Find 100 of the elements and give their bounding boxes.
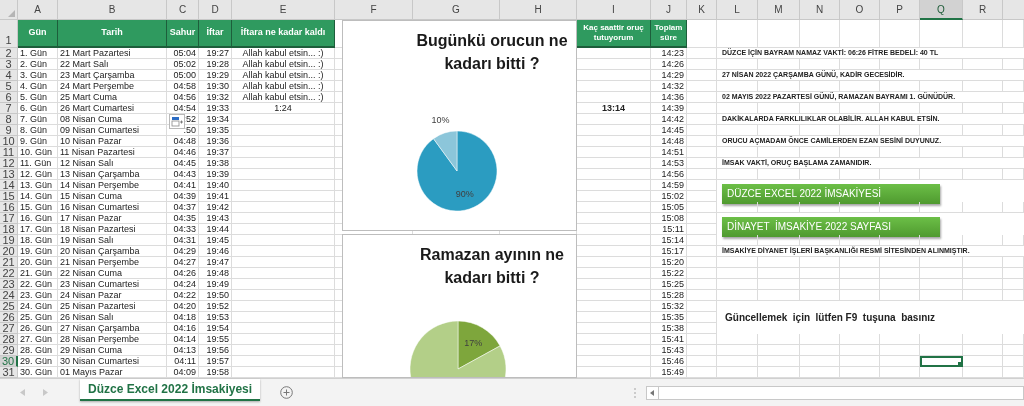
empty-cell[interactable] — [687, 180, 717, 191]
empty-cell[interactable] — [687, 268, 717, 279]
empty-cell[interactable] — [880, 345, 920, 356]
empty-cell[interactable] — [880, 202, 920, 213]
empty-cell[interactable] — [800, 279, 840, 290]
empty-cell[interactable] — [800, 103, 840, 114]
empty-cell[interactable] — [963, 334, 1003, 345]
column-header[interactable]: P — [880, 0, 920, 20]
empty-cell[interactable] — [800, 81, 840, 92]
previous-sheet-icon[interactable] — [20, 389, 25, 396]
empty-cell[interactable] — [920, 147, 963, 158]
empty-cell[interactable] — [717, 103, 758, 114]
empty-cell[interactable] — [758, 268, 800, 279]
empty-cell[interactable] — [232, 334, 335, 345]
empty-cell[interactable] — [1003, 345, 1024, 356]
empty-cell[interactable] — [840, 334, 880, 345]
empty-cell[interactable] — [920, 202, 963, 213]
empty-cell[interactable] — [840, 59, 880, 70]
row-header[interactable]: 3 — [0, 59, 18, 70]
empty-cell[interactable] — [920, 268, 963, 279]
empty-cell[interactable] — [232, 356, 335, 367]
empty-cell[interactable] — [717, 125, 758, 136]
paste-options-icon[interactable] — [169, 114, 185, 129]
empty-cell[interactable] — [880, 268, 920, 279]
empty-cell[interactable] — [687, 345, 717, 356]
empty-cell[interactable] — [1003, 356, 1024, 367]
next-sheet-icon[interactable] — [43, 389, 48, 396]
empty-cell[interactable] — [687, 246, 717, 257]
empty-cell[interactable] — [840, 103, 880, 114]
empty-cell[interactable] — [920, 81, 963, 92]
empty-cell[interactable] — [880, 290, 920, 301]
column-header[interactable]: G — [413, 0, 500, 20]
empty-cell[interactable] — [840, 147, 880, 158]
empty-cell[interactable] — [800, 20, 840, 48]
empty-cell[interactable] — [800, 345, 840, 356]
empty-cell[interactable] — [758, 59, 800, 70]
empty-cell[interactable] — [717, 279, 758, 290]
empty-cell[interactable] — [717, 334, 758, 345]
empty-cell[interactable] — [687, 290, 717, 301]
empty-cell[interactable] — [717, 290, 758, 301]
empty-cell[interactable] — [963, 279, 1003, 290]
empty-cell[interactable] — [800, 290, 840, 301]
empty-cell[interactable] — [963, 345, 1003, 356]
empty-cell[interactable] — [880, 103, 920, 114]
select-all-icon[interactable] — [8, 10, 15, 17]
empty-cell[interactable] — [758, 279, 800, 290]
empty-cell[interactable] — [717, 169, 758, 180]
empty-cell[interactable] — [880, 257, 920, 268]
row-header[interactable]: 4 — [0, 70, 18, 81]
column-header[interactable]: H — [500, 0, 577, 20]
empty-cell[interactable] — [800, 334, 840, 345]
empty-cell[interactable] — [232, 279, 335, 290]
column-header[interactable]: J — [651, 0, 687, 20]
empty-cell[interactable] — [880, 20, 920, 48]
empty-cell[interactable] — [840, 257, 880, 268]
empty-cell[interactable] — [232, 257, 335, 268]
column-header[interactable]: E — [232, 0, 335, 20]
empty-cell[interactable] — [920, 59, 963, 70]
empty-cell[interactable] — [717, 345, 758, 356]
empty-cell[interactable] — [758, 235, 800, 246]
empty-cell[interactable] — [963, 202, 1003, 213]
empty-cell[interactable] — [232, 114, 335, 125]
empty-cell[interactable] — [1003, 290, 1024, 301]
empty-cell[interactable] — [920, 345, 963, 356]
empty-cell[interactable] — [880, 147, 920, 158]
empty-cell[interactable] — [232, 312, 335, 323]
empty-cell[interactable] — [800, 235, 840, 246]
column-header[interactable]: O — [840, 0, 880, 20]
empty-cell[interactable] — [963, 169, 1003, 180]
empty-cell[interactable] — [687, 92, 717, 103]
empty-cell[interactable] — [840, 235, 880, 246]
empty-cell[interactable] — [232, 290, 335, 301]
empty-cell[interactable] — [717, 147, 758, 158]
empty-cell[interactable] — [758, 81, 800, 92]
cell-cursor[interactable] — [920, 356, 963, 367]
empty-cell[interactable] — [840, 81, 880, 92]
row-header[interactable]: 2 — [0, 48, 18, 59]
empty-cell[interactable] — [840, 356, 880, 367]
empty-cell[interactable] — [880, 59, 920, 70]
empty-cell[interactable] — [232, 301, 335, 312]
empty-cell[interactable] — [758, 202, 800, 213]
empty-cell[interactable] — [920, 290, 963, 301]
empty-cell[interactable] — [840, 290, 880, 301]
column-header[interactable]: C — [167, 0, 199, 20]
empty-cell[interactable] — [687, 81, 717, 92]
empty-cell[interactable] — [1003, 268, 1024, 279]
horizontal-scrollbar[interactable] — [646, 385, 1024, 400]
row-header[interactable]: 6 — [0, 92, 18, 103]
column-header[interactable]: I — [577, 0, 651, 20]
empty-cell[interactable] — [758, 334, 800, 345]
empty-cell[interactable] — [840, 268, 880, 279]
row-header[interactable]: 1 — [0, 20, 18, 48]
empty-cell[interactable] — [1003, 59, 1024, 70]
column-header[interactable]: F — [335, 0, 413, 20]
empty-cell[interactable] — [687, 323, 717, 334]
empty-cell[interactable] — [232, 191, 335, 202]
empty-cell[interactable] — [687, 114, 717, 125]
empty-cell[interactable] — [1003, 334, 1024, 345]
column-header[interactable]: A — [18, 0, 58, 20]
empty-cell[interactable] — [687, 235, 717, 246]
